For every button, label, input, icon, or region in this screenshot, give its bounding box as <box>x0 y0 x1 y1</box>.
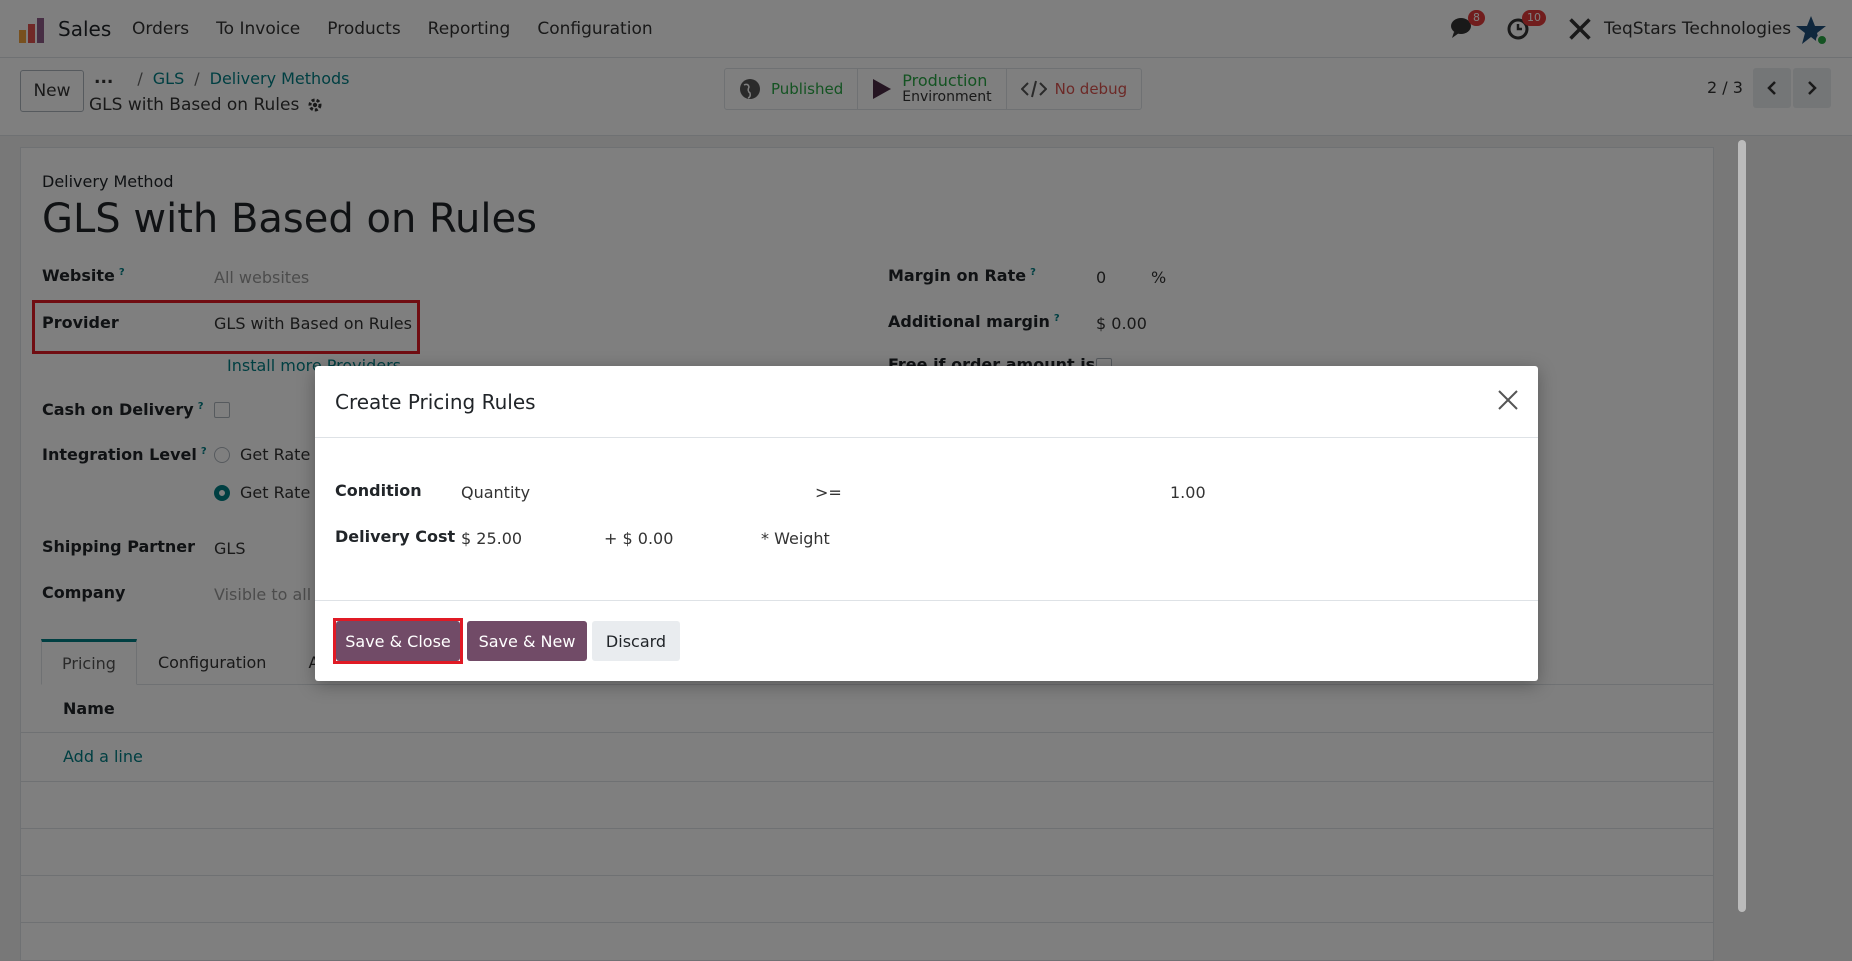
condition-variable-field[interactable]: Quantity <box>461 483 530 502</box>
save-new-button[interactable]: Save & New <box>467 621 587 661</box>
condition-operator-field[interactable]: >= <box>815 483 842 502</box>
close-icon[interactable] <box>1496 388 1520 412</box>
condition-value-field[interactable]: 1.00 <box>1170 483 1206 502</box>
list-price-field[interactable]: + $ 0.00 <box>604 529 673 548</box>
create-pricing-rules-dialog: Create Pricing Rules Condition Quantity … <box>315 366 1538 681</box>
variable-factor-field[interactable]: * Weight <box>761 529 830 548</box>
delivery-cost-label: Delivery Cost <box>335 527 456 546</box>
save-close-highlight <box>333 618 463 664</box>
discard-button[interactable]: Discard <box>592 621 680 661</box>
dialog-title: Create Pricing Rules <box>335 390 536 414</box>
dialog-footer: Save & Close Save & New Discard <box>315 600 1538 681</box>
condition-label: Condition <box>335 481 422 500</box>
dialog-header: Create Pricing Rules <box>315 366 1538 438</box>
base-price-field[interactable]: $ 25.00 <box>461 529 522 548</box>
page-scrollbar[interactable] <box>1738 140 1746 912</box>
